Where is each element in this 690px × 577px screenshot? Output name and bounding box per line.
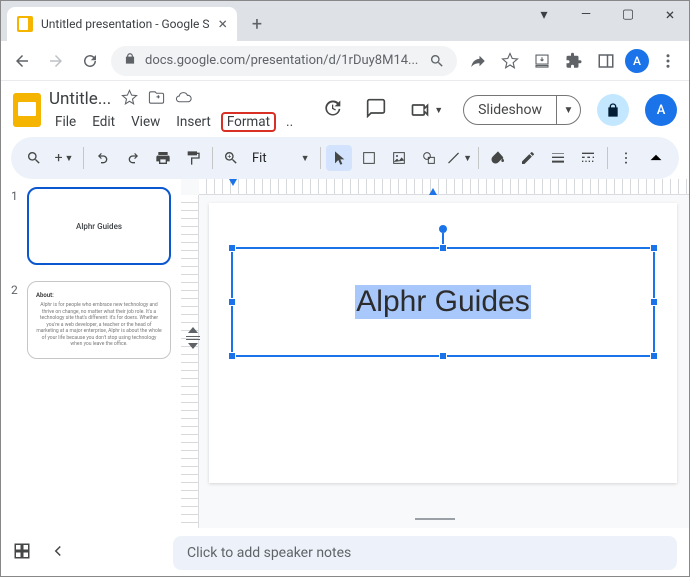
resize-handle[interactable] [650,298,658,306]
resize-handle[interactable] [228,244,236,252]
textbox-content[interactable]: Alphr Guides [355,285,530,319]
new-tab-button[interactable]: + [243,10,271,38]
menu-file[interactable]: File [49,112,82,132]
maximize-window-icon[interactable]: ▢ [613,7,643,22]
menu-edit[interactable]: Edit [86,112,121,132]
canvas-area: Alphr Guides [181,179,689,528]
border-weight-button[interactable] [545,145,571,171]
share-button[interactable] [597,94,629,126]
resize-handle[interactable] [650,352,658,360]
close-tab-icon[interactable]: × [218,16,227,32]
image-tool[interactable] [386,145,412,171]
workspace: 1 Alphr Guides 2 About: Alphr is for peo… [1,179,689,528]
zoom-indicator-icon[interactable] [429,48,445,74]
slide-thumb-2[interactable]: About: Alphr is for people who embrace n… [27,281,171,359]
line-tool[interactable]: ▼ [446,145,472,171]
slide-thumb-1[interactable]: Alphr Guides [27,187,171,265]
explore-prev-icon[interactable] [49,542,63,564]
zoom-button[interactable] [218,145,244,171]
menu-format[interactable]: Format [221,112,276,132]
app-header: Untitle... File Edit View Insert Format … [1,81,689,133]
thumb-index: 2 [11,281,21,359]
cloud-status-icon[interactable] [175,89,192,110]
resize-handle[interactable] [228,352,236,360]
slide-thumbnails: 1 Alphr Guides 2 About: Alphr is for peo… [1,179,181,528]
fill-color-button[interactable] [485,145,511,171]
more-options-icon[interactable] [613,145,639,171]
share-icon[interactable] [465,48,491,74]
speaker-notes[interactable]: Click to add speaker notes [173,536,677,570]
back-button[interactable] [9,48,35,74]
slide-pager[interactable] [415,518,455,520]
toolbar: +▼ Fit▼ ▼ [11,137,679,179]
resize-handle[interactable] [439,352,447,360]
browser-tab[interactable]: Untitled presentation - Google S × [7,7,237,41]
border-dash-button[interactable] [575,145,601,171]
search-menus-icon[interactable] [21,145,47,171]
lock-icon [123,52,137,70]
chevron-down-icon[interactable]: ▾ [529,7,559,23]
textbox-tool[interactable] [356,145,382,171]
select-tool[interactable] [326,145,352,171]
menu-view[interactable]: View [125,112,166,132]
new-slide-button[interactable]: +▼ [51,145,77,171]
url-text: docs.google.com/presentation/d/1rDuy8M14… [145,53,421,68]
speaker-notes-placeholder: Click to add speaker notes [187,545,351,561]
star-icon[interactable] [497,48,523,74]
slide-canvas[interactable]: Alphr Guides [209,203,677,483]
install-icon[interactable] [529,48,555,74]
close-window-icon[interactable]: × [655,5,685,24]
sidepanel-icon[interactable] [593,48,619,74]
document-title[interactable]: Untitle... [49,89,111,109]
slideshow-button: Slideshow ▼ [463,95,581,125]
reload-button[interactable] [77,48,103,74]
tab-title: Untitled presentation - Google S [41,17,210,31]
shape-tool[interactable] [416,145,442,171]
undo-button[interactable] [90,145,116,171]
forward-button[interactable] [43,48,69,74]
border-color-button[interactable] [515,145,541,171]
thumb-index: 1 [11,187,21,265]
ruler-horizontal[interactable] [199,179,689,195]
resize-handle[interactable] [650,244,658,252]
paint-format-button[interactable] [180,145,206,171]
rotate-handle[interactable] [439,225,447,233]
resize-handle[interactable] [439,244,447,252]
bottom-bar: Click to add speaker notes [1,530,689,576]
resize-handle[interactable] [228,298,236,306]
meet-icon[interactable]: ▼ [406,96,447,124]
history-icon[interactable] [318,94,346,126]
star-doc-icon[interactable] [121,89,138,110]
extensions-icon[interactable] [561,48,587,74]
splitter-handle[interactable] [185,327,201,359]
slideshow-dropdown[interactable]: ▼ [556,96,580,124]
grid-view-icon[interactable] [13,542,35,564]
slides-favicon [17,16,33,32]
menu-overflow[interactable]: .. [280,112,299,132]
kebab-menu-icon[interactable] [655,48,681,74]
zoom-fit-dropdown[interactable]: Fit▼ [248,151,314,166]
collapse-toolbar-icon[interactable] [643,145,669,171]
browser-titlebar: Untitled presentation - Google S × + ▾ —… [1,1,689,41]
slideshow-main[interactable]: Slideshow [464,96,556,124]
print-button[interactable] [150,145,176,171]
browser-navbar: docs.google.com/presentation/d/1rDuy8M14… [1,41,689,81]
menu-insert[interactable]: Insert [170,112,217,132]
move-doc-icon[interactable] [148,89,165,110]
minimize-window-icon[interactable]: — [571,7,601,22]
ruler-vertical[interactable] [181,195,199,528]
redo-button[interactable] [120,145,146,171]
profile-avatar[interactable]: A [625,49,649,73]
url-bar[interactable]: docs.google.com/presentation/d/1rDuy8M14… [111,46,457,76]
slides-logo-icon[interactable] [13,93,41,127]
account-avatar[interactable]: A [645,94,677,126]
comments-icon[interactable] [362,94,390,126]
textbox-selected[interactable]: Alphr Guides [231,247,655,357]
menubar: File Edit View Insert Format .. [49,112,310,132]
